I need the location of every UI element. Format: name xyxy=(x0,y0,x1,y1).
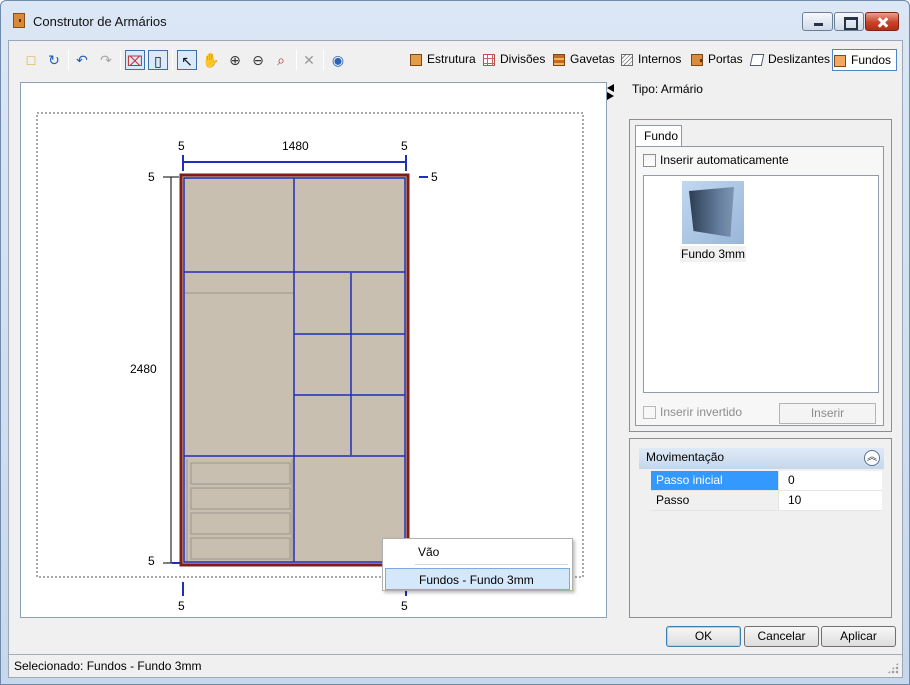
toolbar-separator xyxy=(172,50,173,70)
cabinet-view-icon[interactable]: ⌧ xyxy=(125,50,145,70)
context-menu: Vão Fundos - Fundo 3mm xyxy=(382,538,573,591)
internal-icon xyxy=(621,54,633,66)
resize-grip-icon[interactable] xyxy=(887,662,899,674)
new-icon[interactable]: □ xyxy=(21,50,41,70)
minimize-button[interactable] xyxy=(802,12,833,31)
back-panel-list[interactable]: Fundo 3mm xyxy=(643,175,879,393)
tab-internos[interactable]: Internos xyxy=(620,49,681,71)
zoom-fit-icon[interactable]: ⌕ xyxy=(271,50,291,70)
cabinet-icon xyxy=(13,13,25,28)
panel-shape-icon xyxy=(689,187,734,237)
movement-row-passo[interactable]: Passo 10 xyxy=(651,491,882,511)
status-text: Selecionado: Fundos - Fundo 3mm xyxy=(14,659,202,673)
toolbar-separator xyxy=(120,50,121,70)
toolbar-separator xyxy=(323,50,324,70)
tab-divisoes[interactable]: Divisões xyxy=(482,49,545,71)
panel-toggle-arrows[interactable] xyxy=(607,82,615,104)
movement-panel: Movimentação ︽ Passo inicial 0 Passo 10 xyxy=(629,438,892,618)
tab-deslizantes[interactable]: Deslizantes xyxy=(749,49,830,71)
toolbar-separator xyxy=(68,50,69,70)
tab-portas[interactable]: Portas xyxy=(690,49,743,71)
fundo-tab-body: Inserir automaticamente Fundo 3mm Inseri… xyxy=(635,146,884,426)
redo-icon[interactable]: ↷ xyxy=(96,50,116,70)
door-view-icon[interactable]: ▯ xyxy=(148,50,168,70)
dimension-bottom-left-margin: 5 xyxy=(178,599,185,613)
structure-icon xyxy=(410,54,422,66)
dimension-right-top-margin: 5 xyxy=(431,170,438,184)
dimension-top-right-margin: 5 xyxy=(401,139,408,153)
back-panel-item-label[interactable]: Fundo 3mm xyxy=(680,246,746,262)
tab-fundo[interactable]: Fundo xyxy=(635,125,682,147)
menu-item-fundos-fundo-3mm[interactable]: Fundos - Fundo 3mm xyxy=(385,568,570,590)
menu-item-vao[interactable]: Vão xyxy=(385,541,570,563)
cabinet-drawing xyxy=(36,112,584,596)
status-bar: Selecionado: Fundos - Fundo 3mm xyxy=(9,654,902,677)
cabinet-builder-window: Construtor de Armários □ ↻ ↶ ↷ ⌧ ▯ ↖ ✋ ⊕… xyxy=(0,0,910,685)
tab-fundos[interactable]: Fundos xyxy=(832,49,898,71)
inverted-checkbox[interactable] xyxy=(643,406,656,419)
sliding-door-icon xyxy=(749,54,765,66)
collapse-icon[interactable]: ︽ xyxy=(864,450,880,466)
dimension-left-bottom-margin: 5 xyxy=(148,554,155,568)
main-toolbar: □ ↻ ↶ ↷ ⌧ ▯ ↖ ✋ ⊕ ⊖ ⌕ ✕ ◉ Estrutura Divi… xyxy=(9,41,902,78)
dimension-left-top-margin: 5 xyxy=(148,170,155,184)
movement-header[interactable]: Movimentação ︽ xyxy=(639,448,884,469)
dimension-top-left-margin: 5 xyxy=(178,139,185,153)
apply-button[interactable]: Aplicar xyxy=(821,626,896,647)
grid-icon xyxy=(483,54,495,66)
type-label: Tipo: Armário xyxy=(632,82,703,96)
insert-button[interactable]: Inserir xyxy=(779,403,876,424)
title-bar[interactable]: Construtor de Armários xyxy=(1,1,909,39)
close-button[interactable] xyxy=(865,12,899,31)
pointer-icon[interactable]: ↖ xyxy=(177,50,197,70)
dimension-height: 2480 xyxy=(130,362,157,376)
door-icon xyxy=(691,54,703,66)
window-title: Construtor de Armários xyxy=(33,14,167,29)
zoom-out-icon[interactable]: ⊖ xyxy=(248,50,268,70)
movement-row-passo-inicial[interactable]: Passo inicial 0 xyxy=(651,471,882,491)
pan-icon[interactable]: ✋ xyxy=(201,50,221,70)
ok-button[interactable]: OK xyxy=(666,626,741,647)
inverted-label: Inserir invertido xyxy=(660,405,743,419)
dimension-bottom-right-margin: 5 xyxy=(401,599,408,613)
maximize-button[interactable] xyxy=(834,12,864,31)
auto-insert-label: Inserir automaticamente xyxy=(660,153,789,167)
tab-estrutura[interactable]: Estrutura xyxy=(409,49,476,71)
dialog-client-area: □ ↻ ↶ ↷ ⌧ ▯ ↖ ✋ ⊕ ⊖ ⌕ ✕ ◉ Estrutura Divi… xyxy=(8,40,903,678)
delete-icon[interactable]: ✕ xyxy=(299,50,319,70)
zoom-in-icon[interactable]: ⊕ xyxy=(225,50,245,70)
undo-icon[interactable]: ↶ xyxy=(72,50,92,70)
dimension-width: 1480 xyxy=(282,139,309,153)
toolbar-separator xyxy=(296,50,297,70)
cancel-button[interactable]: Cancelar xyxy=(744,626,819,647)
menu-separator xyxy=(415,564,568,565)
refresh-icon[interactable]: ↻ xyxy=(44,50,64,70)
tab-gavetas[interactable]: Gavetas xyxy=(552,49,615,71)
auto-insert-checkbox[interactable] xyxy=(643,154,656,167)
back-panel-properties: Fundo Inserir automaticamente Fundo 3mm … xyxy=(629,119,892,432)
back-panel-thumbnail[interactable] xyxy=(682,181,744,244)
drawer-icon xyxy=(553,54,565,66)
back-panel-icon xyxy=(834,55,846,67)
help-icon[interactable]: ◉ xyxy=(328,50,348,70)
